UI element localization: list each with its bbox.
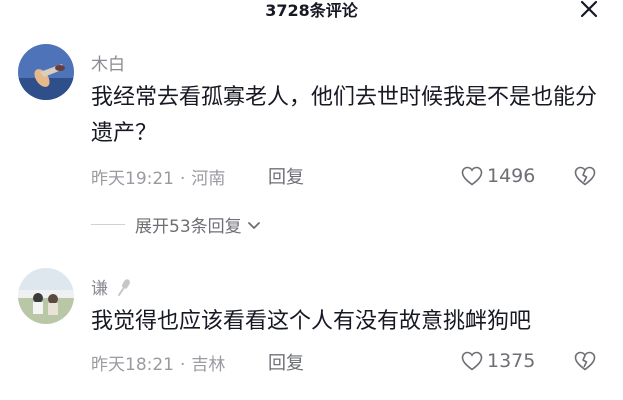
reply-button[interactable]: 回复 — [268, 163, 304, 189]
username-text: 谦 — [91, 279, 108, 299]
like-button[interactable]: 1496 — [460, 164, 535, 188]
comment-meta: 昨天18:21 · 吉林 — [91, 350, 225, 375]
comment-time: 昨天18:21 — [91, 355, 174, 375]
comment-text: 我觉得也应该看看这个人有没有故意挑衅狗吧 — [91, 309, 532, 334]
like-count: 1375 — [487, 350, 536, 372]
like-count: 1496 — [487, 165, 536, 187]
comment-username[interactable]: 木白 — [91, 50, 125, 75]
comment-location: 河南 — [191, 169, 226, 189]
comment-username[interactable]: 谦 — [91, 274, 135, 299]
expand-replies-button[interactable]: 展开53条回复 — [91, 212, 262, 237]
comment-count-title: 3728条评论 — [265, 1, 358, 20]
close-icon[interactable] — [576, 0, 602, 22]
like-button[interactable]: 1375 — [460, 349, 535, 373]
heart-outline-icon — [461, 166, 483, 186]
comment-time: 昨天19:21 — [91, 169, 174, 189]
meta-separator: · — [180, 355, 186, 375]
chevron-down-icon — [247, 221, 260, 229]
avatar[interactable] — [18, 44, 74, 100]
comment-meta: 昨天19:21 · 河南 — [91, 164, 225, 189]
broken-heart-icon[interactable] — [573, 349, 597, 373]
comment-text: 我经常去看孤寡老人，他们去世时候我是不是也能分遗产？ — [91, 85, 598, 146]
meta-separator: · — [180, 169, 186, 189]
heart-outline-icon — [461, 351, 483, 371]
microphone-icon — [118, 279, 131, 296]
comments-header: 3728条评论 — [0, 0, 623, 26]
broken-heart-icon[interactable] — [573, 164, 597, 188]
comment-location: 吉林 — [191, 355, 226, 375]
expand-divider — [91, 224, 125, 225]
expand-replies-label: 展开53条回复 — [135, 217, 242, 237]
avatar[interactable] — [18, 268, 74, 324]
reply-button[interactable]: 回复 — [268, 349, 304, 375]
